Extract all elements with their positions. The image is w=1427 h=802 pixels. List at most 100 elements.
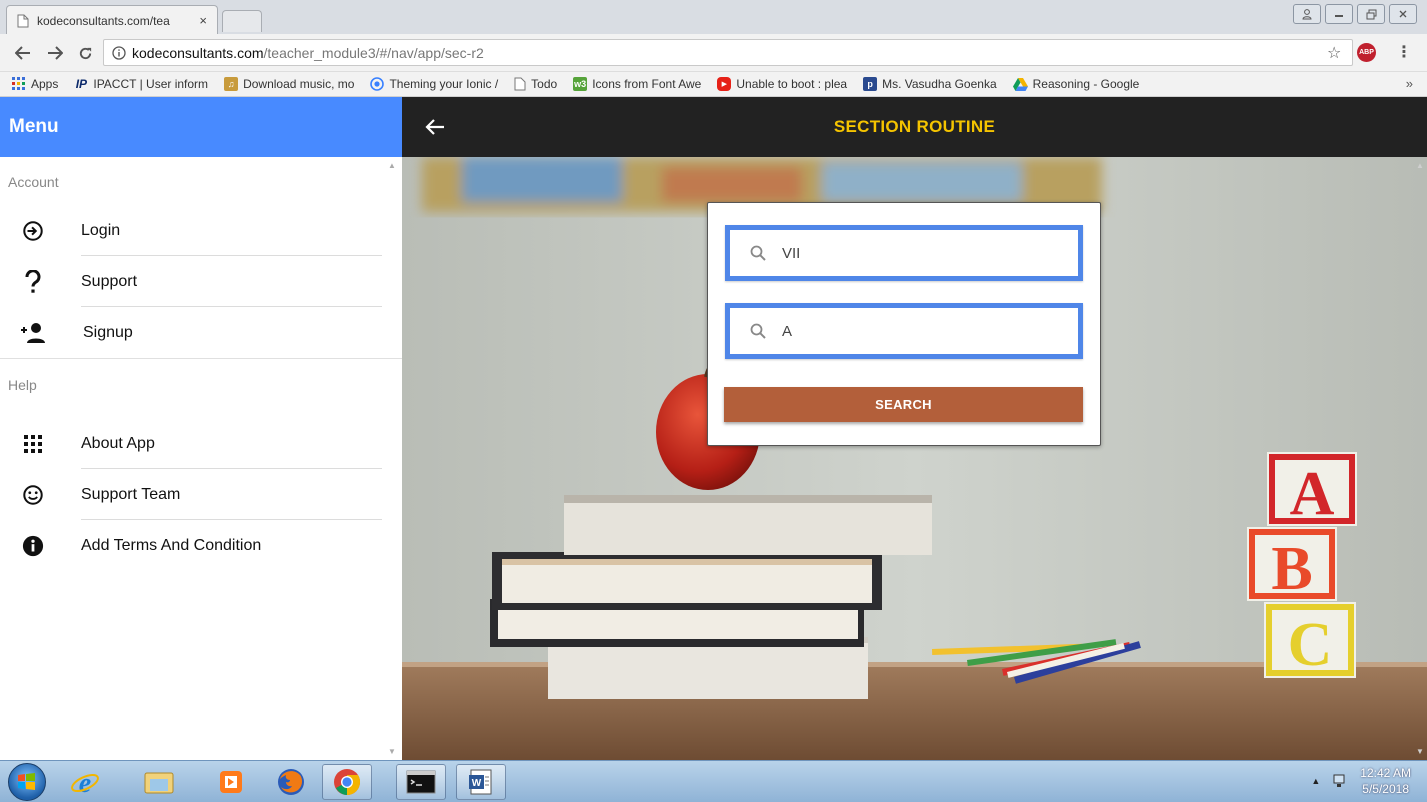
media-player-icon xyxy=(220,771,242,793)
clock-date: 5/5/2018 xyxy=(1362,782,1409,796)
bookmark-vasudha[interactable]: p Ms. Vasudha Goenka xyxy=(863,77,997,91)
page-icon xyxy=(514,77,526,91)
info-circle-icon xyxy=(112,45,126,60)
taskbar-file-explorer[interactable] xyxy=(134,764,184,800)
p-icon: p xyxy=(863,77,878,91)
page-title: SECTION ROUTINE xyxy=(833,117,996,136)
bookmark-star-icon[interactable]: ☆ xyxy=(1327,43,1341,63)
windows-taskbar: e W ▲ 12:42 AM 5/5/2018 xyxy=(0,760,1427,802)
bookmarks-bar: Apps IP IPACCT | User inform ♫ Download … xyxy=(0,72,1427,97)
forward-nav-icon[interactable] xyxy=(44,42,66,64)
svg-text:W: W xyxy=(472,778,482,789)
address-bar: kodeconsultants.com/teacher_module3/#/na… xyxy=(0,34,1427,72)
svg-text:A: A xyxy=(1290,460,1335,528)
browser-tab-strip: kodeconsultants.com/tea × xyxy=(0,0,1427,35)
search-button[interactable]: SEARCH xyxy=(724,387,1083,422)
show-hidden-icons-icon[interactable]: ▲ xyxy=(1311,776,1320,786)
command-prompt-icon xyxy=(406,770,436,794)
user-icon[interactable] xyxy=(1293,4,1321,24)
search-icon xyxy=(750,245,766,261)
url-path: /teacher_module3/#/nav/app/sec-r2 xyxy=(263,44,484,61)
apps-icon xyxy=(20,431,46,457)
back-nav-icon[interactable] xyxy=(12,42,34,64)
menu-section-account: Account xyxy=(8,174,59,190)
window-close-icon[interactable] xyxy=(1389,4,1417,24)
svg-text:e: e xyxy=(79,768,91,797)
adblock-icon[interactable]: ABP xyxy=(1357,43,1376,62)
ionic-icon xyxy=(370,77,385,91)
bookmark-music[interactable]: ♫ Download music, mo xyxy=(224,77,354,91)
system-tray: ▲ 12:42 AM 5/5/2018 xyxy=(1311,765,1411,797)
section-input[interactable] xyxy=(782,322,1072,340)
bookmark-font-awesome[interactable]: w3 Icons from Font Awe xyxy=(573,77,701,91)
clock[interactable]: 12:42 AM 5/5/2018 xyxy=(1360,765,1411,797)
url-input[interactable]: kodeconsultants.com/teacher_module3/#/na… xyxy=(103,39,1353,66)
youtube-icon: ▶ xyxy=(717,77,732,91)
class-input[interactable] xyxy=(782,244,1072,262)
window-controls xyxy=(1293,4,1417,24)
url-host: kodeconsultants.com xyxy=(132,44,264,61)
person-add-icon xyxy=(20,320,46,346)
taskbar-media-player[interactable] xyxy=(206,764,256,800)
side-menu: Menu Account Login Support Signup Help A… xyxy=(0,97,402,760)
google-drive-icon xyxy=(1012,77,1028,91)
login-icon xyxy=(20,218,46,244)
menu-item-support[interactable]: Support xyxy=(0,256,402,307)
close-icon[interactable]: × xyxy=(199,13,207,28)
taskbar-word[interactable]: W xyxy=(456,764,506,800)
taskbar-chrome[interactable] xyxy=(322,764,372,800)
menu-item-signup[interactable]: Signup xyxy=(0,307,402,358)
page-icon xyxy=(17,14,29,27)
bookmark-reasoning[interactable]: Reasoning - Google xyxy=(1012,77,1139,91)
minimize-icon[interactable] xyxy=(1325,4,1353,24)
search-icon xyxy=(750,323,766,339)
menu-item-add-terms[interactable]: Add Terms And Condition xyxy=(0,520,402,571)
menu-item-login[interactable]: Login xyxy=(0,205,402,256)
menu-item-support-team[interactable]: Support Team xyxy=(0,469,402,520)
bookmark-todo[interactable]: Todo xyxy=(514,77,557,91)
restore-icon[interactable] xyxy=(1357,4,1385,24)
internet-explorer-icon: e xyxy=(71,768,99,797)
browser-tab[interactable]: kodeconsultants.com/tea × xyxy=(6,5,218,35)
content-scrollbar[interactable]: ▲ ▼ xyxy=(1412,157,1427,760)
firefox-icon xyxy=(278,769,304,795)
smiley-icon xyxy=(20,482,46,508)
svg-text:B: B xyxy=(1271,535,1312,603)
taskbar-internet-explorer[interactable]: e xyxy=(60,764,110,800)
clock-time: 12:42 AM xyxy=(1360,766,1411,780)
toolbar: SECTION ROUTINE xyxy=(402,97,1427,157)
windows-logo-icon xyxy=(18,773,35,790)
section-search-field[interactable] xyxy=(725,303,1083,359)
question-icon xyxy=(20,269,46,295)
more-menu-icon[interactable]: ⋮ xyxy=(1396,42,1412,62)
menu-header: Menu xyxy=(0,97,402,157)
network-icon[interactable] xyxy=(1332,773,1348,789)
start-button[interactable] xyxy=(8,763,46,801)
menu-item-about-app[interactable]: About App xyxy=(0,418,402,469)
word-icon: W xyxy=(469,769,492,795)
taskbar-firefox[interactable] xyxy=(266,764,316,800)
search-card: SEARCH xyxy=(707,202,1101,446)
new-tab-button[interactable] xyxy=(222,10,262,32)
bookmark-unable-to-boot[interactable]: ▶ Unable to boot : plea xyxy=(717,77,847,91)
font-awesome-icon: w3 xyxy=(573,77,588,91)
menu-scrollbar[interactable]: ▲ ▼ xyxy=(386,157,400,760)
folder-icon xyxy=(144,772,174,794)
svg-text:C: C xyxy=(1288,611,1333,679)
bookmark-ionic[interactable]: Theming your Ionic / xyxy=(370,77,498,91)
menu-section-help: Help xyxy=(0,358,402,413)
chrome-icon xyxy=(334,769,361,796)
menu-title: Menu xyxy=(9,116,59,137)
bookmark-ipacct[interactable]: IP IPACCT | User inform xyxy=(74,77,208,91)
bookmark-apps[interactable]: Apps xyxy=(12,77,58,91)
apps-grid-icon xyxy=(12,77,25,90)
taskbar-command-prompt[interactable] xyxy=(396,764,446,800)
bookmarks-overflow-icon[interactable]: » xyxy=(1406,76,1413,91)
reload-icon[interactable] xyxy=(74,42,96,64)
tab-title: kodeconsultants.com/tea xyxy=(37,13,170,28)
info-icon xyxy=(20,533,46,559)
main-content: SECTION ROUTINE A B C VII A SEARCH ▲ ▼ xyxy=(402,97,1427,760)
music-icon: ♫ xyxy=(224,77,239,91)
class-search-field[interactable] xyxy=(725,225,1083,281)
ip-logo-icon: IP xyxy=(75,77,88,91)
